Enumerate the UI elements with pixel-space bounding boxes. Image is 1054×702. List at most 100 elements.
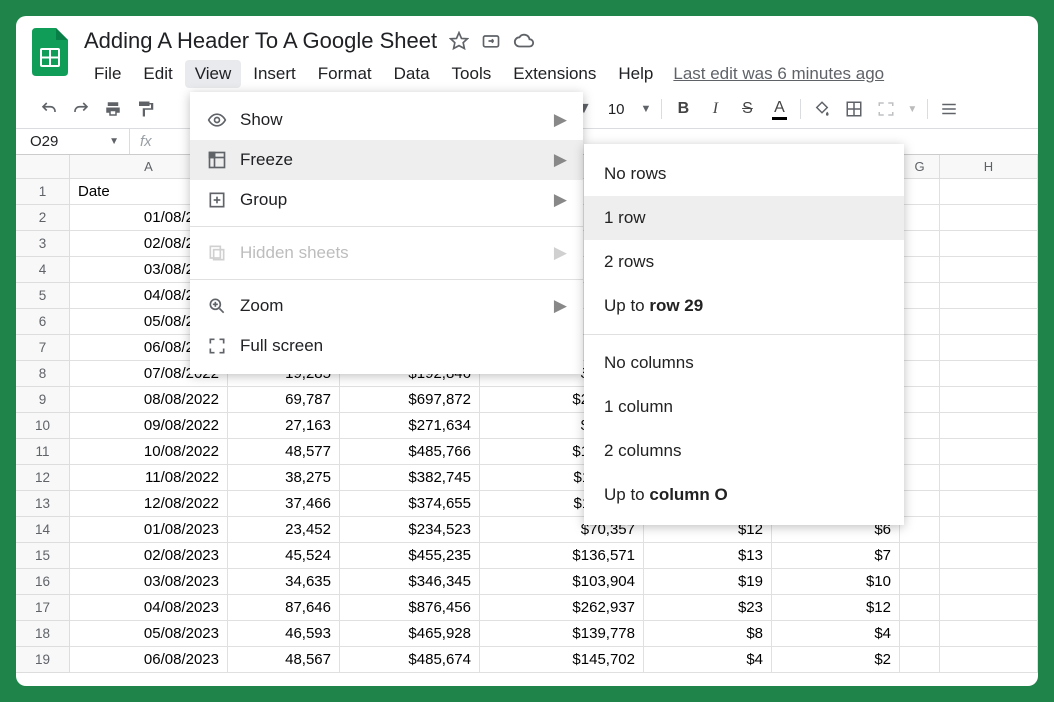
dropdown-caret-icon[interactable]: ▼ bbox=[907, 104, 917, 115]
menu-help[interactable]: Help bbox=[608, 60, 663, 88]
cell[interactable]: $697,872 bbox=[340, 387, 480, 413]
cell[interactable] bbox=[940, 309, 1038, 335]
cell[interactable] bbox=[940, 621, 1038, 647]
cell[interactable] bbox=[900, 439, 940, 465]
cell[interactable]: 09/08/2022 bbox=[70, 413, 228, 439]
cell[interactable]: 01/08/2023 bbox=[70, 517, 228, 543]
menu-file[interactable]: File bbox=[84, 60, 131, 88]
cell[interactable] bbox=[940, 179, 1038, 205]
last-edit-link[interactable]: Last edit was 6 minutes ago bbox=[673, 64, 884, 84]
cell[interactable]: 37,466 bbox=[228, 491, 340, 517]
cell[interactable] bbox=[900, 335, 940, 361]
cell[interactable] bbox=[940, 205, 1038, 231]
column-header-G[interactable]: G bbox=[900, 155, 940, 179]
cell[interactable]: 38,275 bbox=[228, 465, 340, 491]
cell[interactable] bbox=[900, 179, 940, 205]
select-all-corner[interactable] bbox=[16, 155, 70, 179]
cell[interactable]: 05/08/2023 bbox=[70, 621, 228, 647]
cell[interactable]: 08/08/2022 bbox=[70, 387, 228, 413]
row-header[interactable]: 7 bbox=[16, 335, 70, 361]
cell[interactable]: $346,345 bbox=[340, 569, 480, 595]
cell[interactable]: $136,571 bbox=[480, 543, 644, 569]
cell[interactable]: $12 bbox=[772, 595, 900, 621]
redo-button[interactable] bbox=[70, 98, 92, 120]
freeze-2-rows[interactable]: 2 rows bbox=[584, 240, 904, 284]
row-header[interactable]: 3 bbox=[16, 231, 70, 257]
cell[interactable]: 06/08/2023 bbox=[70, 647, 228, 673]
cell[interactable] bbox=[900, 465, 940, 491]
cell[interactable] bbox=[940, 283, 1038, 309]
text-color-button[interactable]: A bbox=[768, 98, 790, 120]
font-size-value[interactable]: 10 bbox=[608, 101, 625, 118]
cell[interactable] bbox=[940, 543, 1038, 569]
align-button[interactable] bbox=[938, 98, 960, 120]
cell[interactable] bbox=[900, 309, 940, 335]
menu-format[interactable]: Format bbox=[308, 60, 382, 88]
cell[interactable]: 12/08/2022 bbox=[70, 491, 228, 517]
cell[interactable]: 87,646 bbox=[228, 595, 340, 621]
cell[interactable]: $4 bbox=[772, 621, 900, 647]
cell[interactable]: 34,635 bbox=[228, 569, 340, 595]
cell[interactable]: 03/08/2023 bbox=[70, 569, 228, 595]
row-header[interactable]: 16 bbox=[16, 569, 70, 595]
menu-data[interactable]: Data bbox=[384, 60, 440, 88]
cell[interactable] bbox=[940, 569, 1038, 595]
cell[interactable]: 46,593 bbox=[228, 621, 340, 647]
name-box[interactable]: O29 ▼ bbox=[16, 129, 130, 154]
paint-format-button[interactable] bbox=[134, 98, 156, 120]
cell[interactable]: 11/08/2022 bbox=[70, 465, 228, 491]
cell[interactable]: $262,937 bbox=[480, 595, 644, 621]
cell[interactable]: $145,702 bbox=[480, 647, 644, 673]
print-button[interactable] bbox=[102, 98, 124, 120]
cloud-status-icon[interactable] bbox=[513, 31, 535, 51]
cell[interactable] bbox=[900, 543, 940, 569]
cell[interactable] bbox=[900, 205, 940, 231]
cell[interactable] bbox=[900, 361, 940, 387]
cell[interactable]: 10/08/2022 bbox=[70, 439, 228, 465]
sheets-logo[interactable] bbox=[30, 26, 70, 78]
cell[interactable]: 69,787 bbox=[228, 387, 340, 413]
row-header[interactable]: 8 bbox=[16, 361, 70, 387]
freeze-no-columns[interactable]: No columns bbox=[584, 341, 904, 385]
cell[interactable] bbox=[900, 595, 940, 621]
document-title[interactable]: Adding A Header To A Google Sheet bbox=[84, 28, 437, 54]
cell[interactable]: 23,452 bbox=[228, 517, 340, 543]
row-header[interactable]: 5 bbox=[16, 283, 70, 309]
row-header[interactable]: 18 bbox=[16, 621, 70, 647]
cell[interactable]: $234,523 bbox=[340, 517, 480, 543]
view-menu-show[interactable]: Show ▶ bbox=[190, 100, 583, 140]
column-header-H[interactable]: H bbox=[940, 155, 1038, 179]
row-header[interactable]: 12 bbox=[16, 465, 70, 491]
undo-button[interactable] bbox=[38, 98, 60, 120]
cell[interactable] bbox=[900, 387, 940, 413]
cell[interactable] bbox=[940, 361, 1038, 387]
cell[interactable] bbox=[940, 413, 1038, 439]
cell[interactable]: $455,235 bbox=[340, 543, 480, 569]
row-header[interactable]: 2 bbox=[16, 205, 70, 231]
cell[interactable] bbox=[940, 647, 1038, 673]
cell[interactable]: 02/08/2023 bbox=[70, 543, 228, 569]
move-to-folder-icon[interactable] bbox=[481, 31, 501, 51]
freeze-up-to-row[interactable]: Up to row 29 bbox=[584, 284, 904, 328]
cell[interactable]: $382,745 bbox=[340, 465, 480, 491]
cell[interactable]: $485,674 bbox=[340, 647, 480, 673]
cell[interactable]: $271,634 bbox=[340, 413, 480, 439]
cell[interactable]: 04/08/2023 bbox=[70, 595, 228, 621]
menu-edit[interactable]: Edit bbox=[133, 60, 182, 88]
cell[interactable]: $4 bbox=[644, 647, 772, 673]
cell[interactable] bbox=[900, 283, 940, 309]
fill-color-button[interactable] bbox=[811, 98, 833, 120]
cell[interactable] bbox=[940, 231, 1038, 257]
cell[interactable] bbox=[940, 465, 1038, 491]
cell[interactable] bbox=[900, 491, 940, 517]
cell[interactable] bbox=[900, 621, 940, 647]
menu-view[interactable]: View bbox=[185, 60, 242, 88]
freeze-no-rows[interactable]: No rows bbox=[584, 152, 904, 196]
cell[interactable] bbox=[900, 647, 940, 673]
dropdown-caret-icon[interactable]: ▼ bbox=[641, 103, 652, 115]
cell[interactable]: $10 bbox=[772, 569, 900, 595]
cell[interactable]: 45,524 bbox=[228, 543, 340, 569]
star-icon[interactable] bbox=[449, 31, 469, 51]
row-header[interactable]: 13 bbox=[16, 491, 70, 517]
freeze-1-column[interactable]: 1 column bbox=[584, 385, 904, 429]
